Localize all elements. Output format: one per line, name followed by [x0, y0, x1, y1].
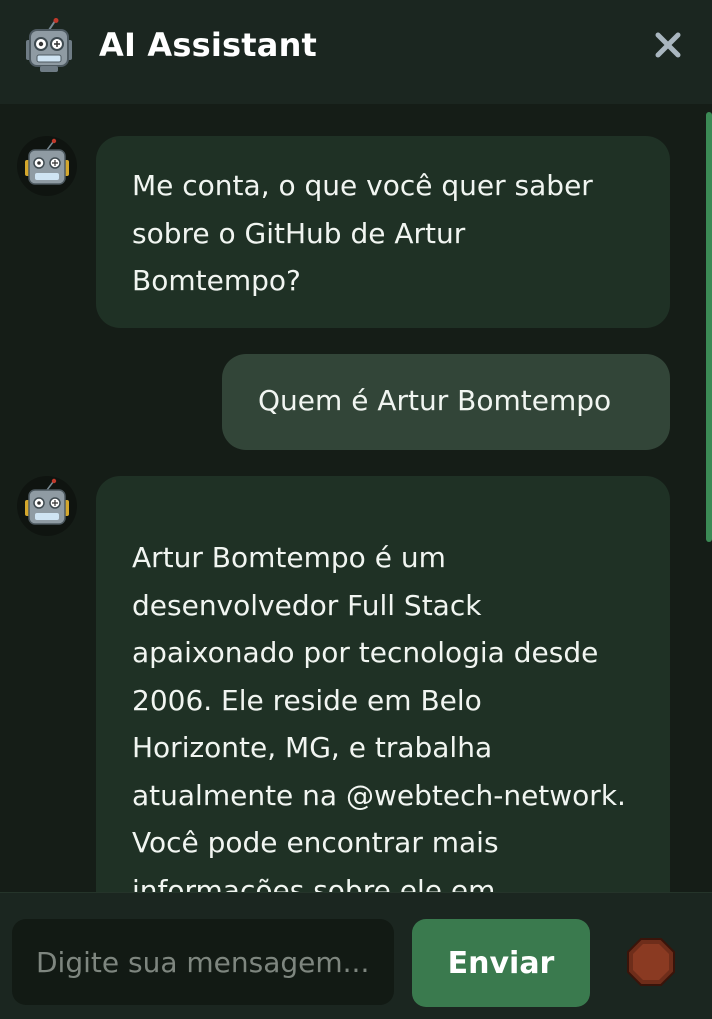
chat-header: AI Assistant	[0, 0, 712, 104]
stop-icon[interactable]	[626, 937, 676, 987]
assistant-avatar	[17, 136, 77, 196]
message-text: Artur Bomtempo é um desenvolvedor Full S…	[132, 541, 626, 892]
message-text: Me conta, o que você quer saber sobre o …	[132, 169, 593, 297]
close-icon[interactable]	[653, 30, 683, 60]
send-button[interactable]: Enviar	[412, 919, 590, 1007]
robot-icon	[25, 478, 69, 525]
message-list[interactable]: Me conta, o que você quer saber sobre o …	[0, 104, 712, 892]
message-input[interactable]	[12, 919, 394, 1005]
app-title: AI Assistant	[99, 26, 318, 64]
assistant-avatar	[17, 476, 77, 536]
message-text: Quem é Artur Bomtempo	[258, 384, 612, 417]
scrollbar-thumb[interactable]	[706, 112, 712, 542]
composer: Enviar	[0, 892, 712, 1019]
robot-icon	[26, 18, 72, 72]
assistant-message: Artur Bomtempo é um desenvolvedor Full S…	[96, 476, 670, 892]
user-message: Quem é Artur Bomtempo	[222, 354, 670, 450]
assistant-message: Me conta, o que você quer saber sobre o …	[96, 136, 670, 328]
robot-icon	[25, 138, 69, 185]
